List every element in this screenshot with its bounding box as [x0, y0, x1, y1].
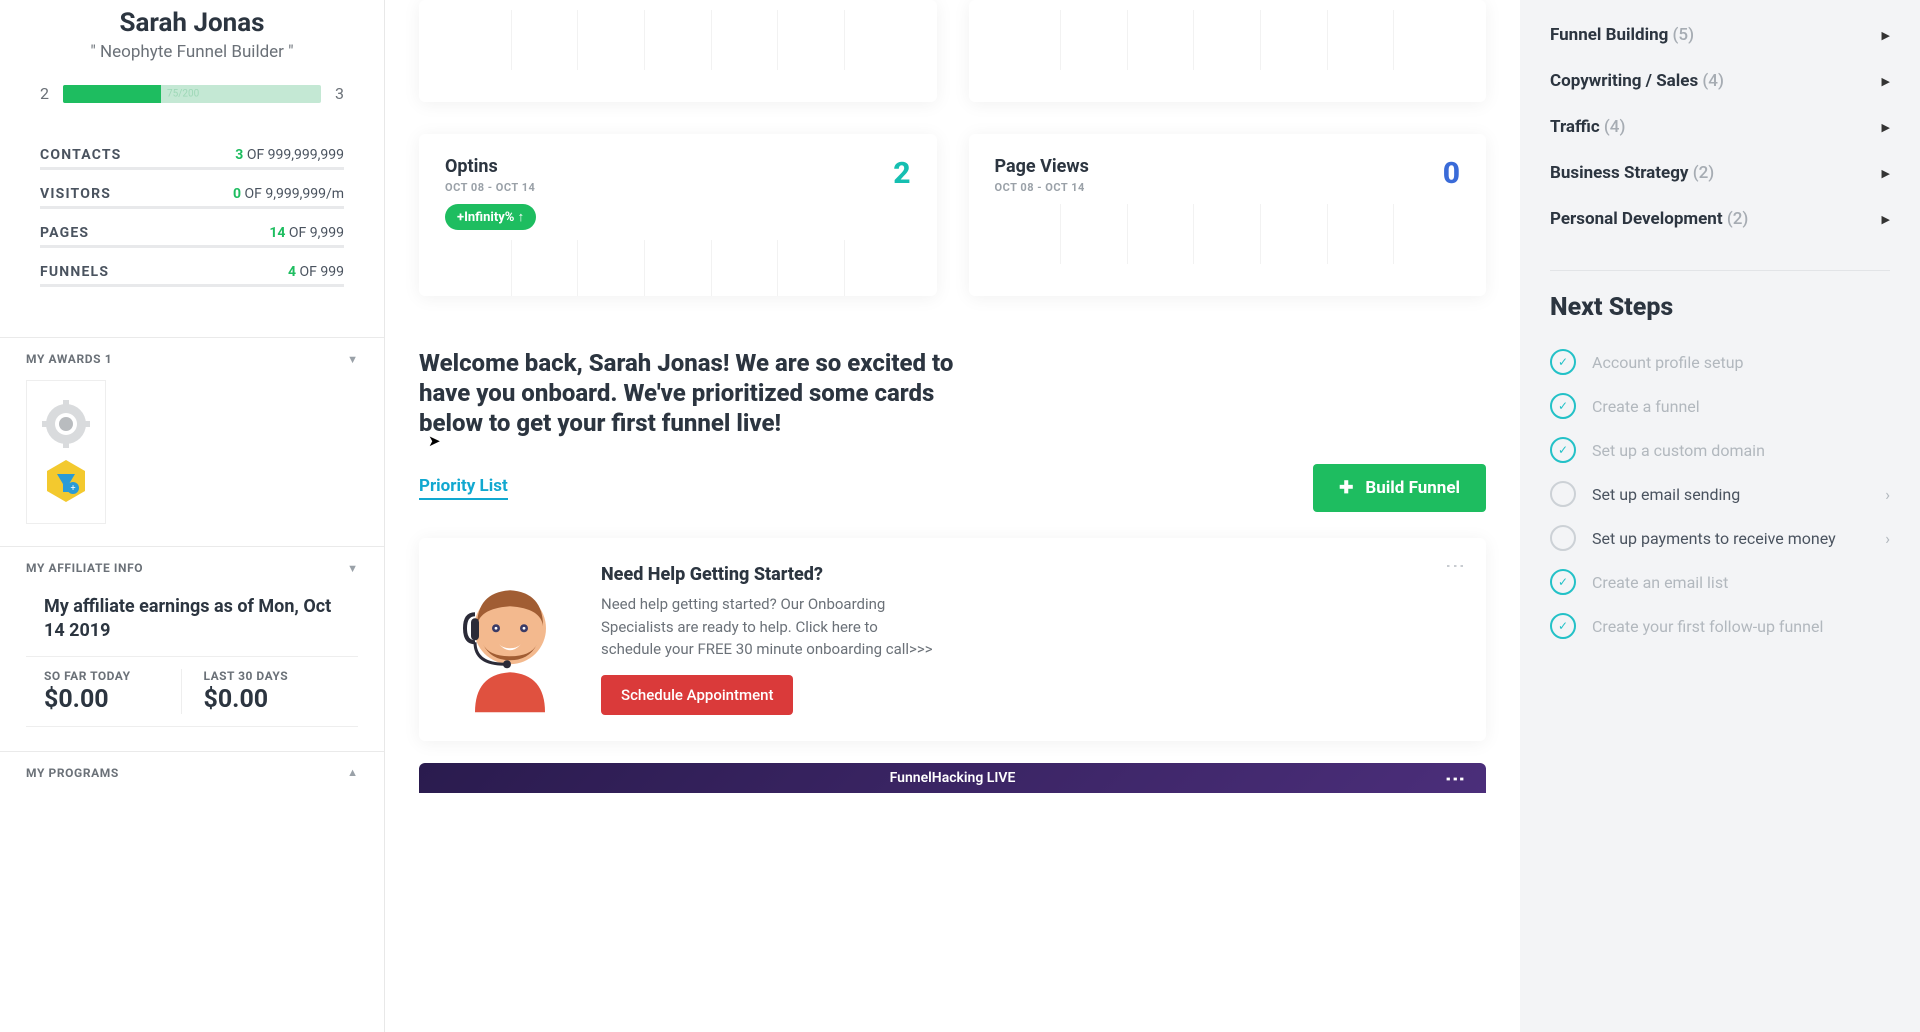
step-label: Create a funnel	[1592, 397, 1890, 416]
step-label: Create an email list	[1592, 573, 1890, 592]
next-step-item[interactable]: ✓ Create a funnel	[1550, 384, 1890, 428]
metric-value: 2	[893, 156, 910, 191]
support-avatar-icon	[445, 564, 575, 715]
metric-card-pageviews[interactable]: Page Views OCT 08 - OCT 14 0	[969, 134, 1487, 296]
plus-icon: ✚	[1339, 478, 1353, 498]
category-label: Business Strategy (2)	[1550, 163, 1714, 183]
category-label: Funnel Building (5)	[1550, 25, 1694, 45]
help-body: Need help getting started? Our Onboardin…	[601, 593, 941, 661]
affiliate-toggle[interactable]: MY AFFILIATE INFO ▼	[0, 547, 384, 589]
progress-bar: 75/200	[63, 85, 321, 103]
stat-pages: PAGES 14 OF 9,999	[40, 225, 344, 248]
affiliate-last30: LAST 30 DAYS $0.00	[181, 669, 341, 714]
level-next: 3	[335, 84, 344, 103]
stat-contacts: CONTACTS 3 OF 999,999,999	[40, 147, 344, 170]
next-step-item[interactable]: Set up email sending ›	[1550, 472, 1890, 516]
chevron-right-icon: ▶	[1882, 75, 1890, 88]
caret-up-icon: ▲	[347, 766, 358, 779]
category-item[interactable]: Business Strategy (2) ▶	[1550, 150, 1890, 196]
metric-name: Page Views	[995, 156, 1089, 177]
profile-block: Sarah Jonas " Neophyte Funnel Builder " …	[0, 0, 384, 131]
metric-card-top-left	[419, 0, 937, 102]
caret-down-icon: ▼	[347, 353, 358, 366]
level-progress: 2 75/200 3	[40, 84, 344, 103]
progress-label: 75/200	[167, 88, 199, 99]
next-step-item[interactable]: ✓ Create your first follow-up funnel	[1550, 604, 1890, 648]
sidebar-left: Sarah Jonas " Neophyte Funnel Builder " …	[0, 0, 385, 1032]
sidebar-right: Funnel Building (5)▶Copywriting / Sales …	[1520, 0, 1920, 1032]
metric-card-top-right	[969, 0, 1487, 102]
divider	[1550, 270, 1890, 271]
stat-visitors: VISITORS 0 OF 9,999,999/m	[40, 186, 344, 209]
check-circle-icon: ✓	[1550, 569, 1576, 595]
category-label: Personal Development (2)	[1550, 209, 1748, 229]
step-label: Set up payments to receive money	[1592, 529, 1869, 548]
help-title: Need Help Getting Started?	[601, 564, 941, 585]
level-current: 2	[40, 84, 49, 103]
schedule-appointment-button[interactable]: Schedule Appointment	[601, 675, 793, 715]
caret-down-icon: ▼	[347, 562, 358, 575]
gear-badge-icon	[42, 400, 90, 448]
metric-change-badge: +Infinity% ↑	[445, 204, 536, 230]
category-item[interactable]: Funnel Building (5) ▶	[1550, 12, 1890, 58]
chevron-right-icon: ▶	[1882, 121, 1890, 134]
profile-name: Sarah Jonas	[40, 8, 344, 38]
category-label: Traffic (4)	[1550, 117, 1625, 137]
next-steps-title: Next Steps	[1550, 293, 1890, 322]
profile-subtitle: " Neophyte Funnel Builder "	[40, 42, 344, 62]
next-step-item[interactable]: ✓ Create an email list	[1550, 560, 1890, 604]
chevron-right-icon: ▶	[1882, 29, 1890, 42]
more-menu-icon[interactable]: ⋮	[1444, 556, 1468, 573]
category-label: Copywriting / Sales (4)	[1550, 71, 1724, 91]
chevron-right-icon: ›	[1885, 529, 1890, 548]
step-label: Set up email sending	[1592, 485, 1869, 504]
category-item[interactable]: Personal Development (2) ▶	[1550, 196, 1890, 242]
step-label: Set up a custom domain	[1592, 441, 1890, 460]
funnel-badge-icon: +	[43, 458, 89, 504]
build-funnel-button[interactable]: ✚ Build Funnel	[1313, 464, 1486, 512]
metric-name: Optins	[445, 156, 536, 177]
help-card: ⋮ Need Help Getting Started? Need help g…	[419, 538, 1486, 741]
affiliate-section: MY AFFILIATE INFO ▼ My affiliate earning…	[0, 546, 384, 751]
stat-funnels: FUNNELS 4 OF 999	[40, 264, 344, 287]
chevron-right-icon: ›	[1885, 485, 1890, 504]
affiliate-today: SO FAR TODAY $0.00	[44, 669, 181, 714]
category-item[interactable]: Traffic (4) ▶	[1550, 104, 1890, 150]
priority-list-tab[interactable]: Priority List	[419, 476, 508, 500]
chevron-right-icon: ▶	[1882, 213, 1890, 226]
empty-circle-icon	[1550, 481, 1576, 507]
check-circle-icon: ✓	[1550, 437, 1576, 463]
chevron-right-icon: ▶	[1882, 167, 1890, 180]
welcome-title: Welcome back, Sarah Jonas! We are so exc…	[419, 348, 979, 438]
funnelhacking-logo: FunnelHacking LIVE	[890, 770, 1016, 786]
affiliate-heading: My affiliate earnings as of Mon, Oct 14 …	[44, 595, 340, 644]
metric-date: OCT 08 - OCT 14	[995, 181, 1089, 194]
awards-toggle[interactable]: MY AWARDS 1 ▼	[0, 338, 384, 380]
programs-section: MY PROGRAMS ▲	[0, 751, 384, 794]
main-content: Optins OCT 08 - OCT 14 +Infinity% ↑ 2 Pa…	[385, 0, 1520, 1032]
check-circle-icon: ✓	[1550, 393, 1576, 419]
programs-toggle[interactable]: MY PROGRAMS ▲	[0, 752, 384, 794]
next-step-item[interactable]: ✓ Set up a custom domain	[1550, 428, 1890, 472]
next-step-item[interactable]: ✓ Account profile setup	[1550, 340, 1890, 384]
check-circle-icon: ✓	[1550, 613, 1576, 639]
metric-value: 0	[1443, 156, 1460, 191]
svg-text:+: +	[70, 484, 75, 494]
funnelhacking-banner[interactable]: FunnelHacking LIVE ⋮	[419, 763, 1486, 793]
category-item[interactable]: Copywriting / Sales (4) ▶	[1550, 58, 1890, 104]
next-step-item[interactable]: Set up payments to receive money ›	[1550, 516, 1890, 560]
more-menu-icon[interactable]: ⋮	[1444, 769, 1468, 786]
step-label: Account profile setup	[1592, 353, 1890, 372]
awards-section: MY AWARDS 1 ▼ +	[0, 337, 384, 546]
empty-circle-icon	[1550, 525, 1576, 551]
metric-date: OCT 08 - OCT 14	[445, 181, 536, 194]
check-circle-icon: ✓	[1550, 349, 1576, 375]
stats-block: CONTACTS 3 OF 999,999,999 VISITORS 0 OF …	[0, 131, 384, 337]
metric-card-optins[interactable]: Optins OCT 08 - OCT 14 +Infinity% ↑ 2	[419, 134, 937, 296]
award-badge[interactable]: +	[26, 380, 106, 524]
step-label: Create your first follow-up funnel	[1592, 617, 1890, 636]
